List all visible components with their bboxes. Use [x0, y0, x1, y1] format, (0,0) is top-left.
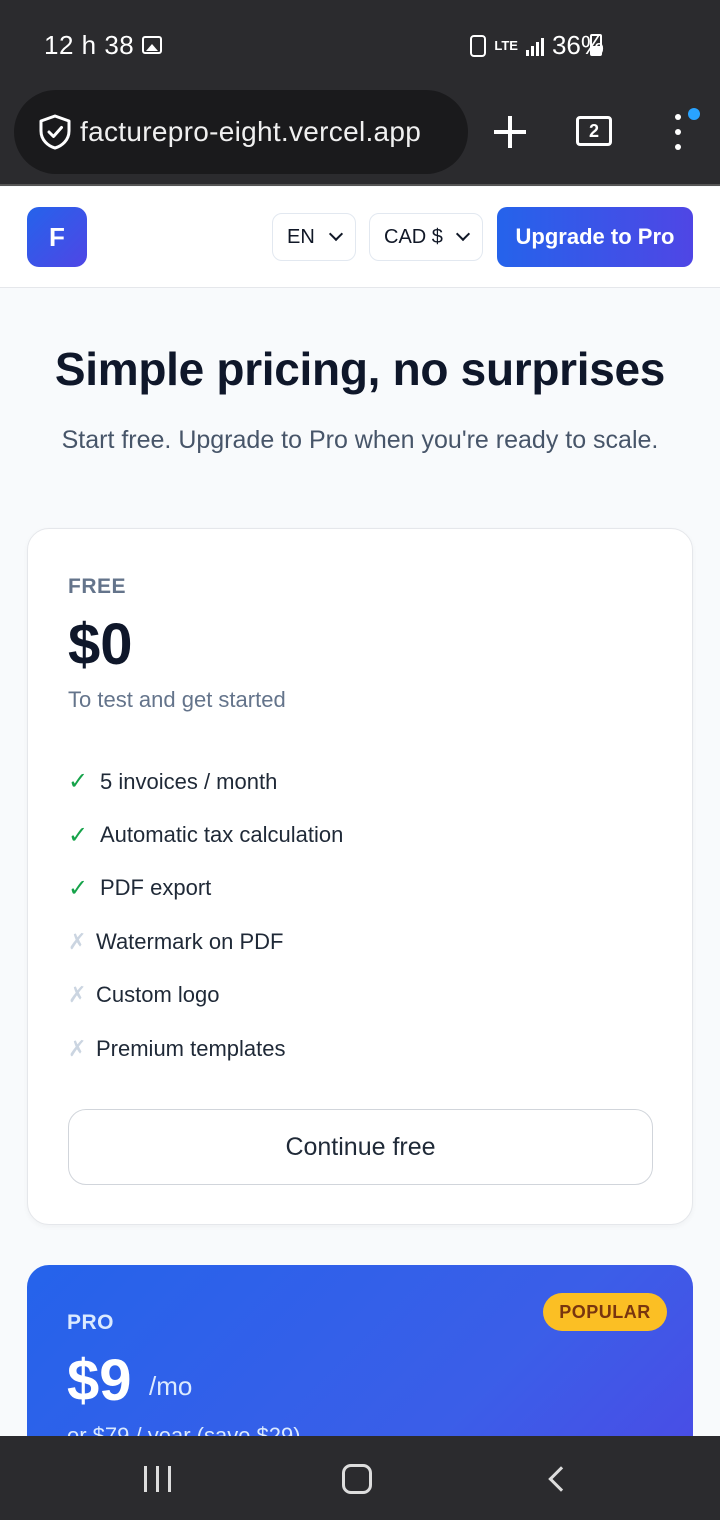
feature-item: ✗ Premium templates: [68, 1022, 343, 1075]
back-icon[interactable]: [548, 1466, 574, 1492]
plan-label: PRO: [67, 1311, 115, 1334]
status-time: 12 h 38: [44, 30, 135, 60]
feature-text: PDF export: [100, 875, 212, 901]
feature-text: Automatic tax calculation: [100, 822, 344, 848]
currency-select[interactable]: CAD $: [369, 213, 483, 261]
chevron-down-icon: [328, 226, 344, 242]
browser-toolbar: facturepro-eight.vercel.app 2: [0, 88, 720, 186]
feature-text: 5 invoices / month: [100, 768, 278, 794]
home-icon[interactable]: [342, 1464, 372, 1494]
cross-icon: ✗: [68, 982, 87, 1008]
page-subtitle: Start free. Upgrade to Pro when you're r…: [61, 426, 659, 454]
feature-item: ✓ Automatic tax calculation: [68, 808, 343, 861]
update-dot-icon: [688, 108, 700, 120]
plan-label: FREE: [68, 575, 127, 598]
system-nav-bar: [0, 1436, 720, 1520]
feature-text: Premium templates: [96, 1035, 286, 1061]
upgrade-to-pro-button[interactable]: Upgrade to Pro: [497, 207, 693, 267]
language-value: EN: [287, 226, 315, 248]
shield-icon[interactable]: [38, 114, 72, 150]
address-bar[interactable]: facturepro-eight.vercel.app: [14, 90, 468, 174]
status-bar: 12 h 38 LTE 36%: [0, 0, 720, 88]
check-icon: ✓: [68, 821, 89, 849]
feature-text: Custom logo: [96, 982, 220, 1008]
cross-icon: ✗: [68, 1035, 87, 1061]
battery-icon: [590, 34, 602, 56]
feature-list: ✓ 5 invoices / month ✓ Automatic tax calcu…: [68, 755, 343, 1075]
check-icon: ✓: [68, 874, 89, 902]
feature-text: Watermark on PDF: [96, 928, 284, 954]
chevron-down-icon: [455, 226, 471, 242]
recents-icon[interactable]: [144, 1466, 172, 1492]
popular-badge: POPULAR: [543, 1293, 667, 1331]
language-select[interactable]: EN: [272, 213, 356, 261]
feature-item: ✓ PDF export: [68, 862, 343, 915]
status-indicators: LTE 36%: [470, 30, 604, 61]
feature-item: ✗ Custom logo: [68, 969, 343, 1022]
signal-icon: [525, 36, 544, 56]
plan-period: /mo: [149, 1371, 193, 1401]
currency-value: CAD $: [384, 226, 443, 248]
browser-menu-button[interactable]: [668, 112, 688, 152]
check-icon: ✓: [68, 768, 89, 796]
image-notification-icon: [142, 36, 162, 54]
plan-price: $9: [67, 1348, 132, 1413]
app-header: F EN CAD $ Upgrade to Pro: [0, 187, 720, 288]
plan-description: To test and get started: [68, 687, 286, 712]
cross-icon: ✗: [68, 928, 87, 954]
app-logo[interactable]: F: [27, 207, 87, 267]
new-tab-button[interactable]: [490, 112, 530, 152]
continue-free-button[interactable]: Continue free: [68, 1109, 653, 1185]
plan-price: $0: [68, 612, 133, 677]
data-saver-icon: [470, 34, 487, 57]
feature-item: ✗ Watermark on PDF: [68, 915, 343, 968]
tab-switcher-button[interactable]: 2: [576, 116, 612, 146]
feature-item: ✓ 5 invoices / month: [68, 755, 343, 808]
url-text[interactable]: facturepro-eight.vercel.app: [80, 116, 421, 148]
network-type: LTE: [494, 37, 518, 53]
page-title: Simple pricing, no surprises: [54, 343, 666, 395]
free-plan-card: FREE $0 To test and get started ✓ 5 invoi…: [27, 528, 693, 1225]
